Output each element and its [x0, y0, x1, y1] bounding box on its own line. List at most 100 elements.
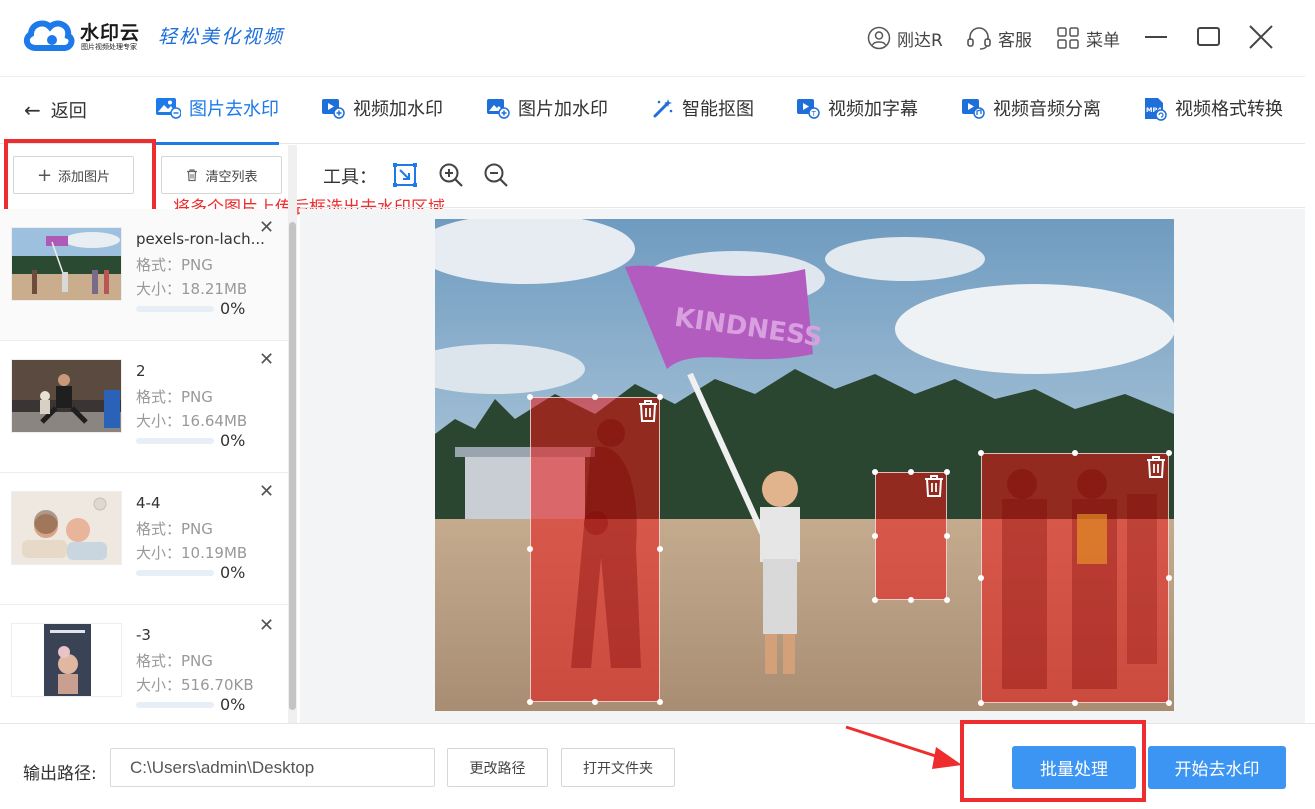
change-path-label: 更改路径 — [469, 760, 526, 777]
magic-wand-icon — [653, 99, 673, 118]
user-account[interactable]: 刚达R — [867, 24, 943, 52]
video-add-icon — [322, 99, 345, 119]
resize-handle[interactable] — [527, 546, 533, 552]
tab-video-add-watermark[interactable]: 视频加水印 — [321, 95, 443, 145]
headset-icon — [967, 27, 991, 50]
file-name: -3 — [136, 626, 151, 644]
app-window: 水印云 图片视频处理专家 轻松美化视频 刚达R 客服 菜单 ← 返回 图片去水印 — [0, 0, 1315, 809]
file-name: 4-4 — [136, 494, 161, 512]
thumbnail-image — [11, 227, 122, 301]
tab-video-format-convert[interactable]: MP4 视频格式转换 — [1143, 95, 1283, 145]
main-menu[interactable]: 菜单 — [1056, 24, 1120, 52]
resize-handle[interactable] — [872, 597, 878, 603]
start-remove-watermark-button[interactable]: 开始去水印 — [1148, 746, 1286, 789]
resize-handle[interactable] — [657, 546, 663, 552]
remove-file-close-icon[interactable]: ✕ — [259, 483, 274, 501]
list-item[interactable]: -3 格式：PNG 大小：516.70KB 0% ✕ — [0, 605, 288, 737]
tab-label: 智能抠图 — [682, 99, 754, 120]
file-name: pexels-ron-lach... — [136, 230, 265, 248]
output-path-label: 输出路径: — [23, 764, 97, 784]
file-format: 格式：PNG — [136, 256, 213, 274]
progress-percent: 0% — [220, 563, 246, 582]
add-button-highlight-box — [4, 139, 156, 214]
progress-percent: 0% — [220, 695, 246, 714]
file-size: 大小：516.70KB — [136, 676, 254, 694]
file-format: 格式：PNG — [136, 652, 213, 670]
resize-handle[interactable] — [1166, 700, 1172, 706]
scrollbar-thumb[interactable] — [289, 222, 296, 710]
mp4-icon: MP4 — [1145, 98, 1167, 121]
menu-label: 菜单 — [1086, 30, 1120, 51]
resize-handle[interactable] — [978, 700, 984, 706]
tool-bar: 工具： — [300, 145, 1305, 208]
resize-handle[interactable] — [872, 469, 878, 475]
annotation-arrow-icon — [845, 725, 962, 769]
file-name: 2 — [136, 362, 146, 380]
zoom-out-icon[interactable] — [483, 162, 509, 188]
select-box-icon[interactable] — [392, 162, 418, 188]
service-label: 客服 — [998, 30, 1032, 51]
video-subtitle-icon: T — [797, 99, 820, 119]
watermark-selection-box[interactable] — [981, 453, 1169, 703]
back-label: 返回 — [50, 101, 87, 122]
resize-handle[interactable] — [944, 597, 950, 603]
list-item[interactable]: 4-4 格式：PNG 大小：10.19MB 0% ✕ — [0, 473, 288, 605]
remove-file-close-icon[interactable]: ✕ — [259, 351, 274, 369]
back-button[interactable]: ← 返回 — [24, 97, 87, 123]
file-size: 大小：18.21MB — [136, 280, 248, 298]
tab-video-audio-split[interactable]: 视频音频分离 — [961, 95, 1101, 145]
list-item[interactable]: 2 格式：PNG 大小：16.64MB 0% ✕ — [0, 341, 288, 473]
zoom-in-icon[interactable] — [438, 162, 464, 188]
progress-percent: 0% — [220, 431, 246, 450]
tab-video-subtitle[interactable]: T 视频加字幕 — [796, 95, 918, 145]
tab-smart-cutout[interactable]: 智能抠图 — [652, 95, 754, 145]
tools-label: 工具： — [323, 167, 377, 188]
start-remove-label: 开始去水印 — [1174, 760, 1260, 780]
image-add-icon — [487, 99, 510, 119]
resize-handle[interactable] — [1072, 450, 1078, 456]
tab-image-remove-watermark[interactable]: 图片去水印 — [155, 95, 279, 145]
open-folder-label: 打开文件夹 — [583, 760, 653, 777]
output-path-input[interactable] — [110, 748, 435, 787]
change-path-button[interactable]: 更改路径 — [447, 748, 548, 787]
brand-name: 水印云 — [80, 22, 141, 44]
customer-service[interactable]: 客服 — [966, 24, 1032, 52]
resize-handle[interactable] — [944, 533, 950, 539]
resize-handle[interactable] — [592, 394, 598, 400]
resize-handle[interactable] — [908, 469, 914, 475]
watermark-selection-box[interactable] — [530, 397, 660, 702]
maximize-icon[interactable] — [1194, 22, 1224, 52]
user-icon — [867, 26, 891, 50]
resize-handle[interactable] — [527, 699, 533, 705]
thumbnail-image — [11, 359, 122, 433]
clear-list-button[interactable]: 清空列表 — [161, 156, 282, 194]
file-size: 大小：16.64MB — [136, 412, 248, 430]
progress-bar — [136, 702, 214, 708]
delete-selection-trash-icon[interactable] — [1145, 455, 1167, 479]
resize-handle[interactable] — [872, 533, 878, 539]
tab-label: 视频音频分离 — [993, 99, 1101, 120]
delete-selection-trash-icon[interactable] — [923, 474, 945, 498]
resize-handle[interactable] — [978, 450, 984, 456]
open-folder-button[interactable]: 打开文件夹 — [561, 748, 675, 787]
minimize-icon[interactable] — [1142, 22, 1172, 52]
grid-menu-icon — [1057, 27, 1079, 49]
delete-selection-trash-icon[interactable] — [637, 399, 659, 423]
resize-handle[interactable] — [657, 699, 663, 705]
arrow-left-icon: ← — [24, 98, 41, 122]
resize-handle[interactable] — [527, 394, 533, 400]
resize-handle[interactable] — [1072, 700, 1078, 706]
batch-button-highlight-box — [960, 720, 1146, 802]
list-item[interactable]: pexels-ron-lach... 格式：PNG 大小：18.21MB 0% … — [0, 209, 288, 341]
remove-file-close-icon[interactable]: ✕ — [259, 219, 274, 237]
remove-file-close-icon[interactable]: ✕ — [259, 617, 274, 635]
image-remove-icon — [156, 98, 181, 119]
tab-label: 视频加字幕 — [828, 99, 918, 120]
resize-handle[interactable] — [592, 699, 598, 705]
progress-bar — [136, 306, 214, 312]
resize-handle[interactable] — [908, 597, 914, 603]
resize-handle[interactable] — [1166, 575, 1172, 581]
tab-image-add-watermark[interactable]: 图片加水印 — [486, 95, 608, 145]
resize-handle[interactable] — [978, 575, 984, 581]
close-icon[interactable] — [1246, 22, 1276, 52]
